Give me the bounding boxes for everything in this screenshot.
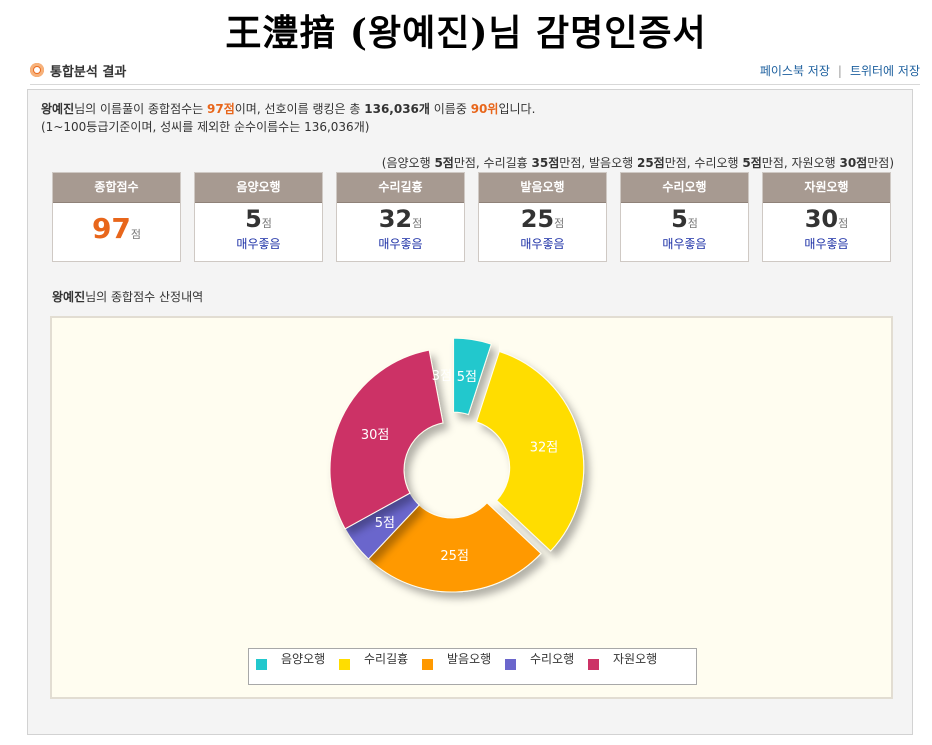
donut-chart: 5점 32점 25점 5점 30점 3점 xyxy=(329,337,585,593)
share-links: 페이스북 저장 | 트위터에 저장 xyxy=(760,62,920,79)
card-unit: 점 xyxy=(687,217,698,230)
legend-label: 수리오행 xyxy=(530,652,575,666)
card-grade-link[interactable]: 매우좋음 xyxy=(337,237,464,251)
summary-score: 97점 xyxy=(207,102,235,116)
legend-swatch xyxy=(422,659,433,670)
slice-label: 30점 xyxy=(361,428,390,443)
twitter-save-link[interactable]: 트위터에 저장 xyxy=(850,64,920,78)
card-score: 97 xyxy=(91,212,131,245)
chart-section-label: 왕예진님의 종합점수 산정내역 xyxy=(52,288,203,305)
summary-name: 왕예진 xyxy=(41,102,75,116)
summary-text: 왕예진님의 이름풀이 종합점수는 97점이며, 선호이름 랭킹은 총 136,0… xyxy=(41,100,535,136)
card-label: 종합점수 xyxy=(53,173,180,203)
summary-total-names: 136,036개 xyxy=(364,102,430,116)
card-unit: 점 xyxy=(838,217,849,230)
card-suri-ohaeng: 수리오행 5점 매우좋음 xyxy=(620,172,749,262)
card-grade-link[interactable]: 매우좋음 xyxy=(479,237,606,251)
legend-swatch xyxy=(588,659,599,670)
card-total-score: 종합점수 97점 xyxy=(52,172,181,262)
card-label: 음양오행 xyxy=(195,173,322,203)
card-label: 자원오행 xyxy=(763,173,890,203)
summary-note: (1~100등급기준이며, 성씨를 제외한 순수이름수는 136,036개) xyxy=(41,120,370,134)
summary-rank: 90위 xyxy=(470,102,499,116)
card-unit: 점 xyxy=(261,217,272,230)
legend-label: 발음오행 xyxy=(447,652,492,666)
card-score: 5 xyxy=(245,205,262,233)
card-label: 수리길흉 xyxy=(337,173,464,203)
slice-label: 25점 xyxy=(440,549,469,564)
score-chart: 5점 32점 25점 5점 30점 3점 음양오행 수리길흉 발음오행 수리오행 자원오행 xyxy=(50,316,893,699)
chart-section-name: 왕예진 xyxy=(52,290,86,304)
page-title: 王澧揞 (왕예진)님 감명인증서 xyxy=(225,12,707,54)
card-score: 32 xyxy=(378,205,413,233)
chart-legend: 음양오행 수리길흉 발음오행 수리오행 자원오행 xyxy=(248,648,697,685)
section-header: 통합분석 결과 페이스북 저장 | 트위터에 저장 xyxy=(30,58,920,85)
card-grade-link[interactable]: 매우좋음 xyxy=(763,237,890,251)
card-label: 수리오행 xyxy=(621,173,748,203)
legend-label: 음양오행 xyxy=(281,652,326,666)
card-jawon-ohaeng: 자원오행 30점 매우좋음 xyxy=(762,172,891,262)
card-score: 25 xyxy=(520,205,555,233)
facebook-save-link[interactable]: 페이스북 저장 xyxy=(760,64,830,78)
slice-label: 32점 xyxy=(530,440,559,455)
legend-label: 수리길흉 xyxy=(364,652,409,666)
summary-text-1: 님의 이름풀이 종합점수는 xyxy=(74,102,208,116)
card-eumyang-ohaeng: 음양오행 5점 매우좋음 xyxy=(194,172,323,262)
legend-label: 자원오행 xyxy=(613,652,658,666)
card-label: 발음오행 xyxy=(479,173,606,203)
chart-section-suffix: 님의 종합점수 산정내역 xyxy=(85,290,204,304)
bullet-icon xyxy=(30,63,44,77)
card-unit: 점 xyxy=(130,228,142,241)
slice-label: 5점 xyxy=(457,370,477,385)
card-suri-gilhyung: 수리길흉 32점 매우좋음 xyxy=(336,172,465,262)
legend-swatch xyxy=(339,659,350,670)
slice-label: 5점 xyxy=(375,516,395,531)
max-score-line: (음양오행 5점만점, 수리길흉 35점만점, 발음오행 25점만점, 수리오행… xyxy=(381,156,894,170)
card-bareum-ohaeng: 발음오행 25점 매우좋음 xyxy=(478,172,607,262)
card-grade-link[interactable]: 매우좋음 xyxy=(621,237,748,251)
analysis-panel: 왕예진님의 이름풀이 종합점수는 97점이며, 선호이름 랭킹은 총 136,0… xyxy=(27,89,913,735)
share-separator: | xyxy=(837,64,842,78)
summary-text-2: 이며, 선호이름 랭킹은 총 xyxy=(234,102,365,116)
summary-text-4: 입니다. xyxy=(498,102,536,116)
summary-text-3: 이름중 xyxy=(429,102,471,116)
card-unit: 점 xyxy=(554,217,565,230)
card-score: 30 xyxy=(804,205,839,233)
card-unit: 점 xyxy=(412,217,423,230)
card-grade-link[interactable]: 매우좋음 xyxy=(195,237,322,251)
section-title: 통합분석 결과 xyxy=(50,65,127,80)
legend-swatch xyxy=(505,659,516,670)
legend-swatch xyxy=(256,659,267,670)
card-score: 5 xyxy=(671,205,688,233)
slice-label-other: 3점 xyxy=(432,369,452,384)
